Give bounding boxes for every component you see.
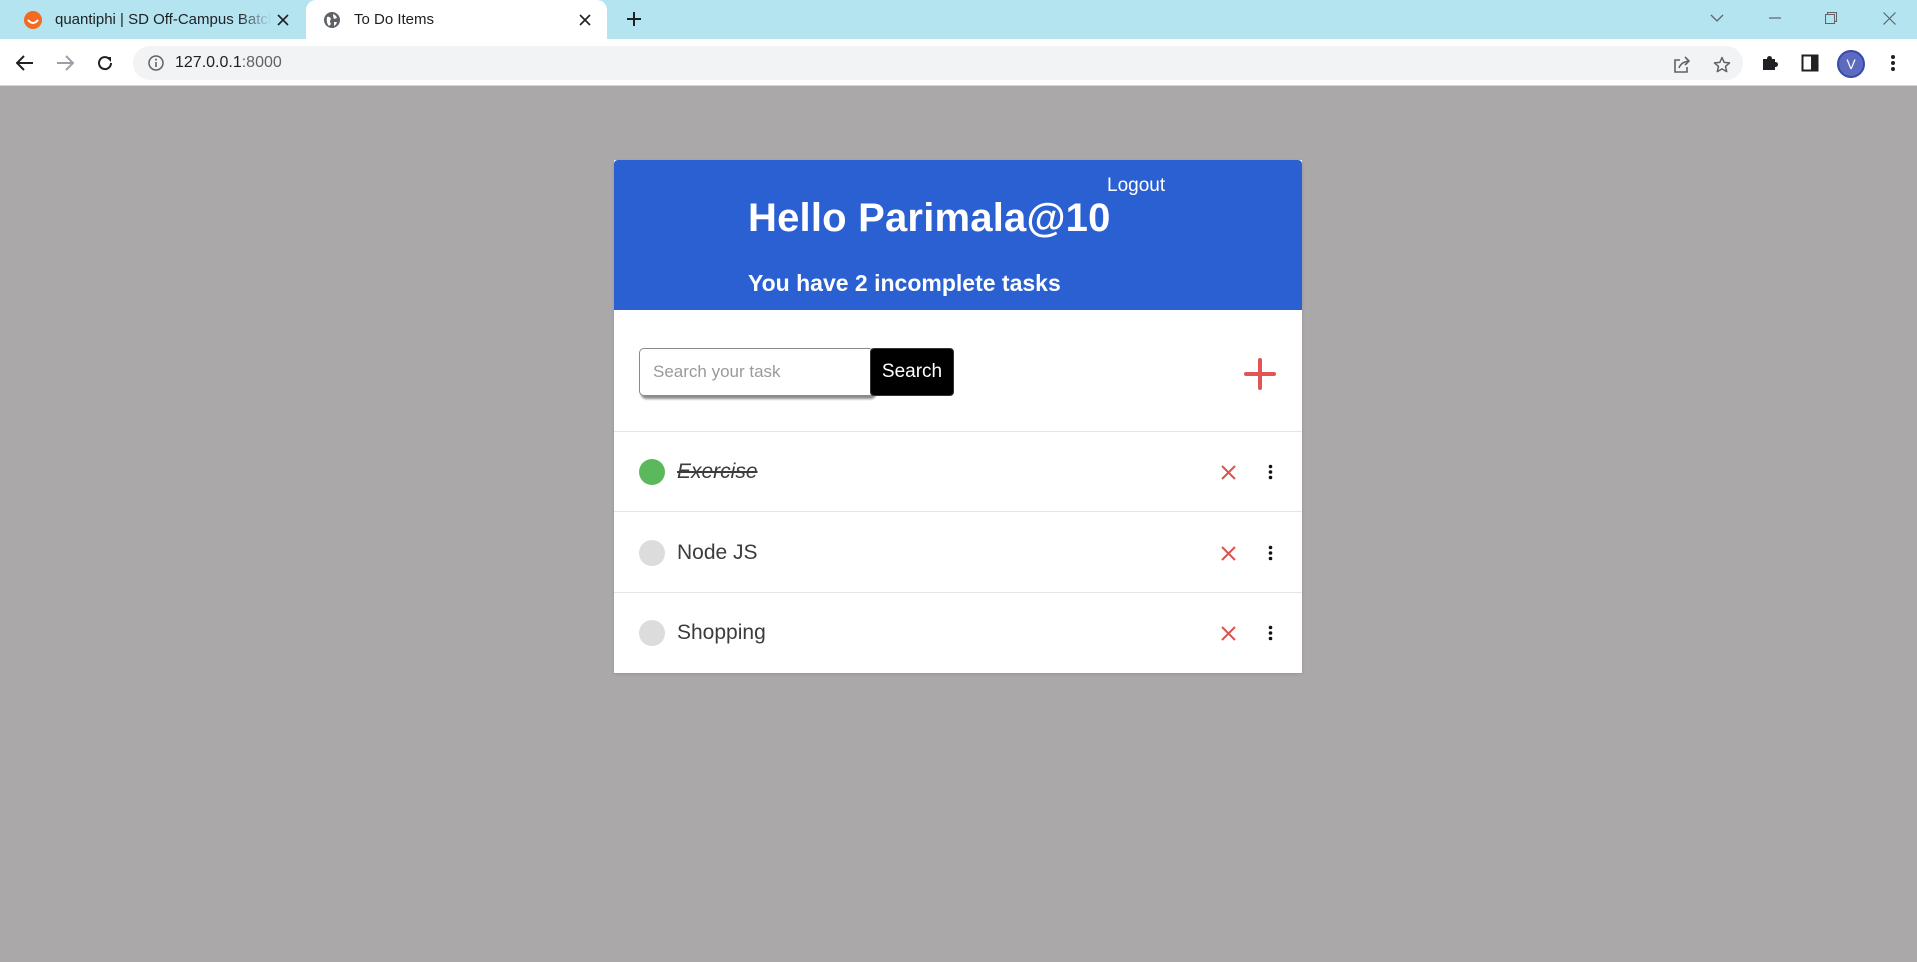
close-icon[interactable] — [271, 8, 295, 32]
task-label: Node JS — [677, 541, 758, 564]
delete-task-button[interactable] — [1216, 621, 1240, 645]
task-row: Exercise — [614, 432, 1302, 512]
tab-quantiphi[interactable]: quantiphi | SD Off-Campus Batch — [10, 0, 305, 39]
todo-header: Logout Hello Parimala@10 You have 2 inco… — [614, 160, 1302, 310]
new-tab-button[interactable] — [622, 7, 646, 31]
task-label: Shopping — [677, 621, 766, 644]
bookmark-star-icon[interactable] — [1710, 53, 1734, 77]
address-bar[interactable]: 127.0.0.1:8000 — [133, 46, 1743, 80]
url-port: :8000 — [241, 54, 282, 71]
close-icon — [1220, 545, 1236, 561]
task-options-button[interactable] — [1260, 541, 1280, 565]
back-button[interactable] — [11, 49, 39, 77]
site-info-icon[interactable] — [147, 54, 165, 72]
profile-avatar[interactable]: V — [1837, 50, 1865, 78]
close-icon — [1220, 464, 1236, 480]
task-row: Shopping — [614, 593, 1302, 673]
close-icon — [1220, 625, 1236, 641]
kebab-menu-icon[interactable] — [1879, 49, 1907, 77]
task-complete-toggle[interactable] — [639, 620, 665, 646]
task-label: Exercise — [677, 460, 758, 483]
kebab-menu-icon — [1268, 625, 1272, 641]
forward-button[interactable] — [51, 49, 79, 77]
side-panel-icon[interactable] — [1796, 49, 1824, 77]
delete-task-button[interactable] — [1216, 460, 1240, 484]
tab-search-chevron-icon[interactable] — [1702, 4, 1732, 32]
close-icon[interactable] — [573, 8, 597, 32]
task-options-button[interactable] — [1260, 460, 1280, 484]
search-input[interactable] — [639, 348, 874, 396]
kebab-menu-icon — [1268, 545, 1272, 561]
quantiphi-logo-icon — [23, 10, 43, 30]
tab-title: quantiphi | SD Off-Campus Batch — [55, 11, 271, 28]
close-window-icon[interactable] — [1874, 4, 1904, 32]
share-icon[interactable] — [1670, 53, 1694, 77]
incomplete-tasks-summary: You have 2 incomplete tasks — [748, 270, 1061, 296]
tab-to-do-items[interactable]: To Do Items — [306, 0, 607, 39]
restore-icon[interactable] — [1816, 4, 1846, 32]
reload-button[interactable] — [91, 49, 119, 77]
url-text: 127.0.0.1:8000 — [175, 54, 282, 72]
extensions-puzzle-icon[interactable] — [1756, 49, 1784, 77]
search-button[interactable]: Search — [870, 348, 954, 396]
globe-icon — [322, 10, 342, 30]
kebab-menu-icon — [1268, 464, 1272, 480]
todo-card: Logout Hello Parimala@10 You have 2 inco… — [614, 160, 1302, 673]
tab-title: To Do Items — [354, 11, 435, 28]
add-task-button[interactable] — [1244, 358, 1276, 390]
browser-toolbar: 127.0.0.1:8000 V — [0, 39, 1917, 86]
delete-task-button[interactable] — [1216, 541, 1240, 565]
greeting-heading: Hello Parimala@10 — [748, 196, 1111, 240]
search-row: Search — [614, 310, 1302, 432]
browser-tab-strip: quantiphi | SD Off-Campus Batch To Do It… — [0, 0, 1917, 39]
url-host: 127.0.0.1 — [175, 54, 242, 71]
task-complete-toggle[interactable] — [639, 540, 665, 566]
task-row: Node JS — [614, 513, 1302, 593]
logout-link[interactable]: Logout — [1107, 175, 1165, 197]
task-complete-toggle[interactable] — [639, 459, 665, 485]
plus-icon — [1244, 358, 1276, 390]
minimize-icon[interactable] — [1760, 4, 1790, 32]
task-options-button[interactable] — [1260, 621, 1280, 645]
